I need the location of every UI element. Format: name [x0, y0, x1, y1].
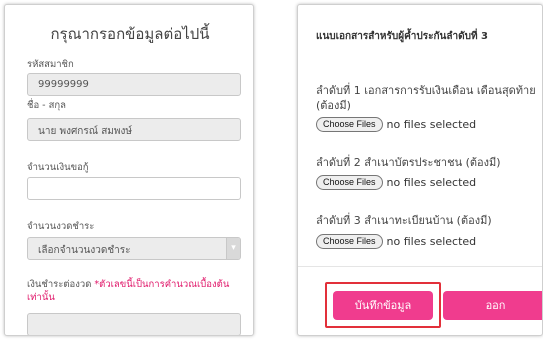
doc-3-choose-files-button[interactable]: Choose Files	[316, 233, 383, 249]
doc-1-choose-files-button[interactable]: Choose Files	[316, 116, 383, 132]
doc-3-no-files-text: no files selected	[386, 234, 477, 248]
doc-2-file-row: Choose Files no files selected	[316, 174, 476, 190]
payment-per-installment-field[interactable]	[27, 313, 241, 335]
doc-3-label: ลำดับที่ 3 สำเนาทะเบียนบ้าน (ต้องมี)	[316, 213, 542, 228]
full-name-field[interactable]: นาย พงศกรณ์ สมพงษ์	[27, 118, 241, 141]
loan-amount-label: จำนวนเงินขอกู้	[27, 162, 89, 173]
doc-3-label-line1: ลำดับที่ 3 สำเนาทะเบียนบ้าน (ต้องมี)	[316, 214, 492, 227]
save-button[interactable]: บันทึกข้อมูล	[333, 291, 433, 320]
installments-label: จำนวนงวดชำระ	[27, 221, 95, 232]
doc-2-label: ลำดับที่ 2 สำเนาบัตรประชาชน (ต้องมี)	[316, 155, 542, 170]
form-title: กรุณากรอกข้อมูลต่อไปนี้	[50, 25, 210, 43]
section-title: แนบเอกสารสำหรับผู้ค้ำประกันลำดับที่ 3	[316, 31, 488, 42]
doc-1-label: ลำดับที่ 1 เอกสารการรับเงินเดือน เดือนสุ…	[316, 83, 542, 113]
doc-3-file-row: Choose Files no files selected	[316, 233, 476, 249]
doc-2-label-line1: ลำดับที่ 2 สำเนาบัตรประชาชน (ต้องมี)	[316, 156, 501, 169]
doc-1-no-files-text: no files selected	[386, 117, 477, 131]
doc-2-choose-files-button[interactable]: Choose Files	[316, 174, 383, 190]
payment-per-installment-label: เงินชำระต่องวด *ตัวเลขนี้เป็นการคำนวณเบื…	[27, 278, 241, 304]
chevron-down-icon: ▾	[226, 238, 240, 259]
exit-button[interactable]: ออก	[443, 291, 542, 320]
footer-divider	[298, 266, 542, 267]
installments-select[interactable]: เลือกจำนวนงวดชำระ ▾	[27, 237, 241, 260]
member-id-label: รหัสสมาชิก	[27, 59, 74, 70]
doc-1-label-line2: (ต้องมี)	[316, 99, 351, 112]
doc-1-file-row: Choose Files no files selected	[316, 116, 476, 132]
doc-1-label-line1: ลำดับที่ 1 เอกสารการรับเงินเดือน เดือนสุ…	[316, 84, 536, 97]
member-id-field[interactable]: 99999999	[27, 73, 241, 96]
loan-request-form-panel: กรุณากรอกข้อมูลต่อไปนี้ รหัสสมาชิก 99999…	[4, 4, 254, 336]
installments-selected-value: เลือกจำนวนงวดชำระ	[38, 245, 131, 256]
full-name-label: ชื่อ - สกุล	[27, 100, 66, 111]
loan-amount-input[interactable]	[27, 177, 241, 200]
doc-2-no-files-text: no files selected	[386, 175, 477, 189]
guarantor-documents-panel: แนบเอกสารสำหรับผู้ค้ำประกันลำดับที่ 3 ลำ…	[297, 4, 543, 336]
payment-label-text: เงินชำระต่องวด	[27, 279, 92, 290]
